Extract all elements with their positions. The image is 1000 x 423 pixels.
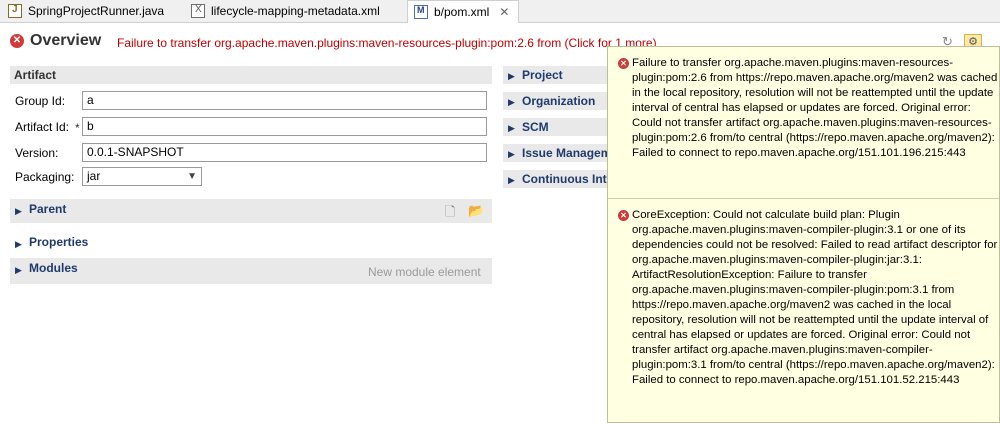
new-module-element-link[interactable]: New module element [368, 265, 481, 279]
continuous-integration-section-title[interactable]: Continuous Inte [522, 172, 612, 186]
version-label: Version: [15, 146, 59, 160]
chevron-down-icon: ▼ [187, 171, 197, 182]
expand-chevron-icon: ▶ [508, 175, 515, 185]
group-id-label: Group Id: [15, 94, 66, 108]
artifact-id-label: Artifact Id: [15, 120, 70, 134]
tab-label: lifecycle-mapping-metadata.xml [211, 4, 380, 18]
tab-spring-project-runner[interactable]: SpringProjectRunner.java [2, 0, 185, 22]
error-icon: ✕ [618, 210, 629, 221]
expand-chevron-icon: ▶ [508, 149, 515, 159]
error-icon: ✕ [618, 58, 629, 69]
tooltip-error-text: CoreException: Could not calculate build… [632, 209, 998, 386]
version-input[interactable]: 0.0.1-SNAPSHOT [82, 143, 487, 162]
organization-section-title[interactable]: Organization [522, 94, 595, 108]
java-file-icon [8, 4, 22, 18]
expand-chevron-icon: ▶ [15, 206, 22, 216]
xml-file-icon [191, 4, 205, 18]
parent-section-header[interactable] [10, 199, 492, 223]
error-icon: ✕ [10, 34, 24, 48]
modules-section-title[interactable]: Modules [29, 261, 78, 275]
scm-section-header[interactable] [503, 118, 613, 136]
open-folder-icon[interactable]: 📂 [468, 203, 484, 218]
editor-tab-bar: SpringProjectRunner.java lifecycle-mappi… [0, 0, 1000, 23]
artifact-section-header [10, 66, 492, 84]
page-title: Overview [30, 32, 102, 49]
group-id-input[interactable]: a [82, 91, 487, 110]
tab-label: SpringProjectRunner.java [28, 4, 165, 18]
tooltip-divider [608, 198, 999, 199]
parent-section-title[interactable]: Parent [29, 202, 66, 216]
expand-chevron-icon: ▶ [15, 239, 22, 249]
tab-label: b/pom.xml [434, 5, 490, 19]
tab-lifecycle-mapping[interactable]: lifecycle-mapping-metadata.xml [185, 0, 405, 22]
tab-pom-xml[interactable]: b/pom.xml ✕ [407, 0, 519, 23]
packaging-label: Packaging: [15, 170, 75, 184]
artifact-id-input[interactable]: b [82, 117, 487, 136]
issue-management-section-title[interactable]: Issue Managem [522, 146, 612, 160]
required-marker: * [75, 121, 80, 135]
expand-chevron-icon: ▶ [15, 265, 22, 275]
pom-file-icon [414, 5, 428, 19]
expand-chevron-icon: ▶ [508, 71, 515, 81]
packaging-select[interactable]: jar ▼ [82, 167, 202, 186]
project-section-title[interactable]: Project [522, 68, 563, 82]
packaging-value: jar [87, 169, 101, 183]
artifact-section-title: Artifact [14, 68, 57, 82]
scm-section-title[interactable]: SCM [522, 120, 549, 134]
new-document-icon[interactable]: 🗋 [445, 203, 461, 219]
close-tab-icon[interactable]: ✕ [499, 5, 509, 19]
tooltip-error-text: Failure to transfer org.apache.maven.plu… [632, 57, 998, 159]
properties-section-title[interactable]: Properties [29, 235, 88, 249]
header-error-message[interactable]: Failure to transfer org.apache.maven.plu… [117, 36, 657, 50]
error-tooltip: ✕ Failure to transfer org.apache.maven.p… [607, 46, 1000, 423]
expand-chevron-icon: ▶ [508, 97, 515, 107]
expand-chevron-icon: ▶ [508, 123, 515, 133]
